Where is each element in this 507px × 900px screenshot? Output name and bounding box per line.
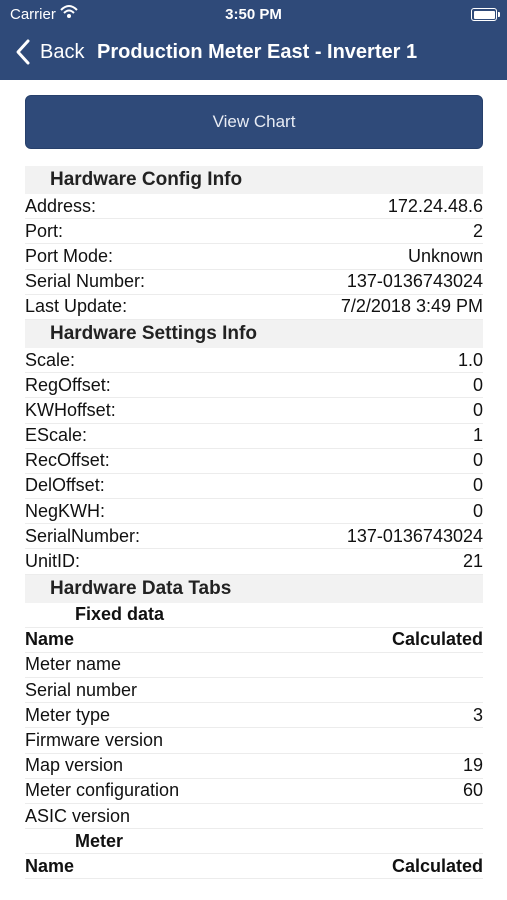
info-row-serialnumber: SerialNumber: 137-0136743024: [25, 524, 483, 550]
column-calculated-header: Calculated: [391, 629, 483, 650]
row-value: 0: [472, 450, 483, 471]
row-label: RegOffset:: [25, 374, 111, 395]
back-label: Back: [40, 40, 85, 63]
row-value: 19: [462, 755, 483, 776]
row-value: 0: [472, 374, 483, 395]
fixed-data-title: Fixed data: [25, 603, 483, 628]
fixed-row-asic-version: ASIC version: [25, 804, 483, 830]
battery-icon: [471, 8, 500, 21]
row-label: RecOffset:: [25, 450, 110, 471]
row-value: Unknown: [407, 245, 483, 266]
fixed-row-meter-name: Meter name: [25, 653, 483, 678]
info-row-escale: EScale: 1: [25, 424, 483, 449]
section-header-data-tabs: Hardware Data Tabs: [25, 574, 483, 603]
info-row-scale: Scale: 1.0: [25, 348, 483, 374]
info-row-port: Port: 2: [25, 219, 483, 245]
fixed-row-meter-configuration: Meter configuration 60: [25, 779, 483, 804]
fixed-data-column-header: Name Calculated: [25, 628, 483, 653]
section-header-config: Hardware Config Info: [25, 166, 483, 194]
row-label: Last Update:: [25, 296, 128, 317]
row-label: Meter configuration: [25, 780, 180, 801]
back-button[interactable]: Back: [14, 38, 84, 66]
column-name-header: Name: [25, 629, 75, 650]
status-time: 3:50 PM: [225, 6, 282, 23]
row-label: Scale:: [25, 349, 76, 370]
row-label: UnitID:: [25, 551, 81, 572]
row-label: Serial Number:: [25, 271, 146, 292]
fixed-row-serial-number: Serial number: [25, 678, 483, 704]
row-label: Map version: [25, 755, 124, 776]
row-value: 1: [472, 425, 483, 446]
row-value: 60: [462, 780, 483, 801]
fixed-row-meter-type: Meter type 3: [25, 703, 483, 729]
row-label: KWHoffset:: [25, 399, 116, 420]
row-label: EScale:: [25, 425, 88, 446]
page-title: Production Meter East - Inverter 1: [97, 41, 418, 63]
row-label: SerialNumber:: [25, 525, 141, 546]
info-row-negkwh: NegKWH: 0: [25, 499, 483, 525]
chevron-left-icon: [16, 39, 30, 65]
info-row-port-mode: Port Mode: Unknown: [25, 244, 483, 270]
row-label: Meter type: [25, 704, 111, 725]
row-value: 21: [462, 551, 483, 572]
info-row-serial-number: Serial Number: 137-0136743024: [25, 270, 483, 295]
info-row-recoffset: RecOffset: 0: [25, 449, 483, 474]
info-row-last-update: Last Update: 7/2/2018 3:49 PM: [25, 295, 483, 320]
section-header-settings: Hardware Settings Info: [25, 319, 483, 348]
fixed-row-map-version: Map version 19: [25, 754, 483, 779]
detail-content: View Chart Hardware Config Info Address:…: [0, 80, 507, 900]
row-label: NegKWH:: [25, 500, 106, 521]
row-value: 172.24.48.6: [387, 195, 483, 216]
navigation-bar: Carrier 3:50 PM Back Production Meter Ea…: [0, 0, 507, 80]
column-name-header: Name: [25, 855, 75, 876]
row-value: 7/2/2018 3:49 PM: [340, 296, 483, 317]
meter-column-header: Name Calculated: [25, 854, 483, 880]
row-label: Port:: [25, 220, 64, 241]
row-value: 3: [472, 704, 483, 725]
row-value: 137-0136743024: [346, 525, 483, 546]
row-label: Port Mode:: [25, 245, 114, 266]
info-row-unitid: UnitID: 21: [25, 549, 483, 575]
fixed-row-firmware-version: Firmware version: [25, 728, 483, 754]
info-list: Hardware Config Info Address: 172.24.48.…: [25, 166, 483, 880]
row-label: Serial number: [25, 679, 138, 700]
row-value: 0: [472, 500, 483, 521]
row-value: 137-0136743024: [346, 271, 483, 292]
info-row-deloffset: DelOffset: 0: [25, 474, 483, 500]
view-chart-button[interactable]: View Chart: [25, 95, 483, 149]
row-label: Firmware version: [25, 729, 164, 750]
info-row-kwhoffset: KWHoffset: 0: [25, 398, 483, 424]
meter-title: Meter: [25, 829, 483, 855]
row-label: Address:: [25, 195, 97, 216]
info-row-address: Address: 172.24.48.6: [25, 194, 483, 220]
row-value: 0: [472, 475, 483, 496]
info-row-regoffset: RegOffset: 0: [25, 373, 483, 399]
row-label: ASIC version: [25, 805, 131, 826]
row-label: DelOffset:: [25, 475, 105, 496]
row-value: 0: [472, 399, 483, 420]
row-value: 1.0: [457, 349, 483, 370]
status-bar: Carrier 3:50 PM: [0, 5, 507, 25]
row-label: Meter name: [25, 654, 122, 675]
column-calculated-header: Calculated: [391, 855, 483, 876]
row-value: 2: [472, 220, 483, 241]
